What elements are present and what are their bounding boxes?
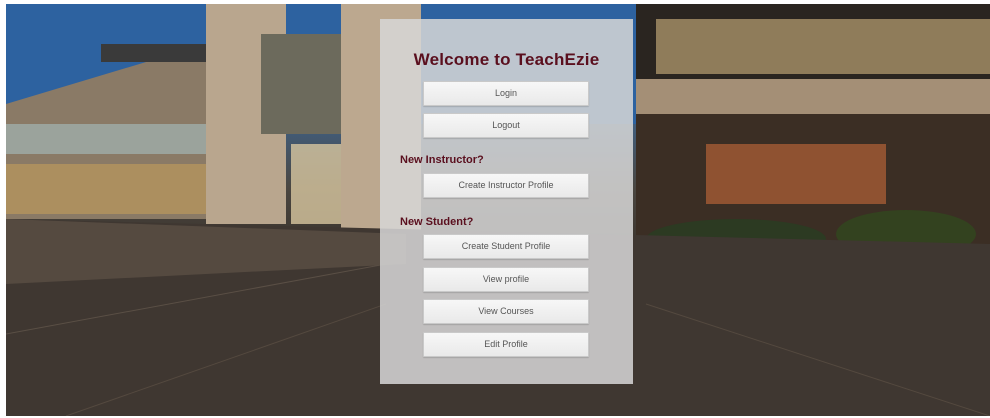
page-title: Welcome to TeachEzie [413, 50, 600, 69]
view-profile-button[interactable]: View profile [423, 267, 589, 292]
create-student-profile-button[interactable]: Create Student Profile [423, 234, 589, 259]
view-courses-button[interactable]: View Courses [423, 299, 589, 324]
create-instructor-profile-button[interactable]: Create Instructor Profile [423, 173, 589, 198]
welcome-panel: Welcome to TeachEzie Login Logout New In… [380, 19, 633, 384]
new-instructor-heading: New Instructor? [400, 154, 484, 166]
edit-profile-button[interactable]: Edit Profile [423, 332, 589, 357]
login-button[interactable]: Login [423, 81, 589, 106]
logout-button[interactable]: Logout [423, 113, 589, 138]
new-student-heading: New Student? [400, 216, 474, 228]
